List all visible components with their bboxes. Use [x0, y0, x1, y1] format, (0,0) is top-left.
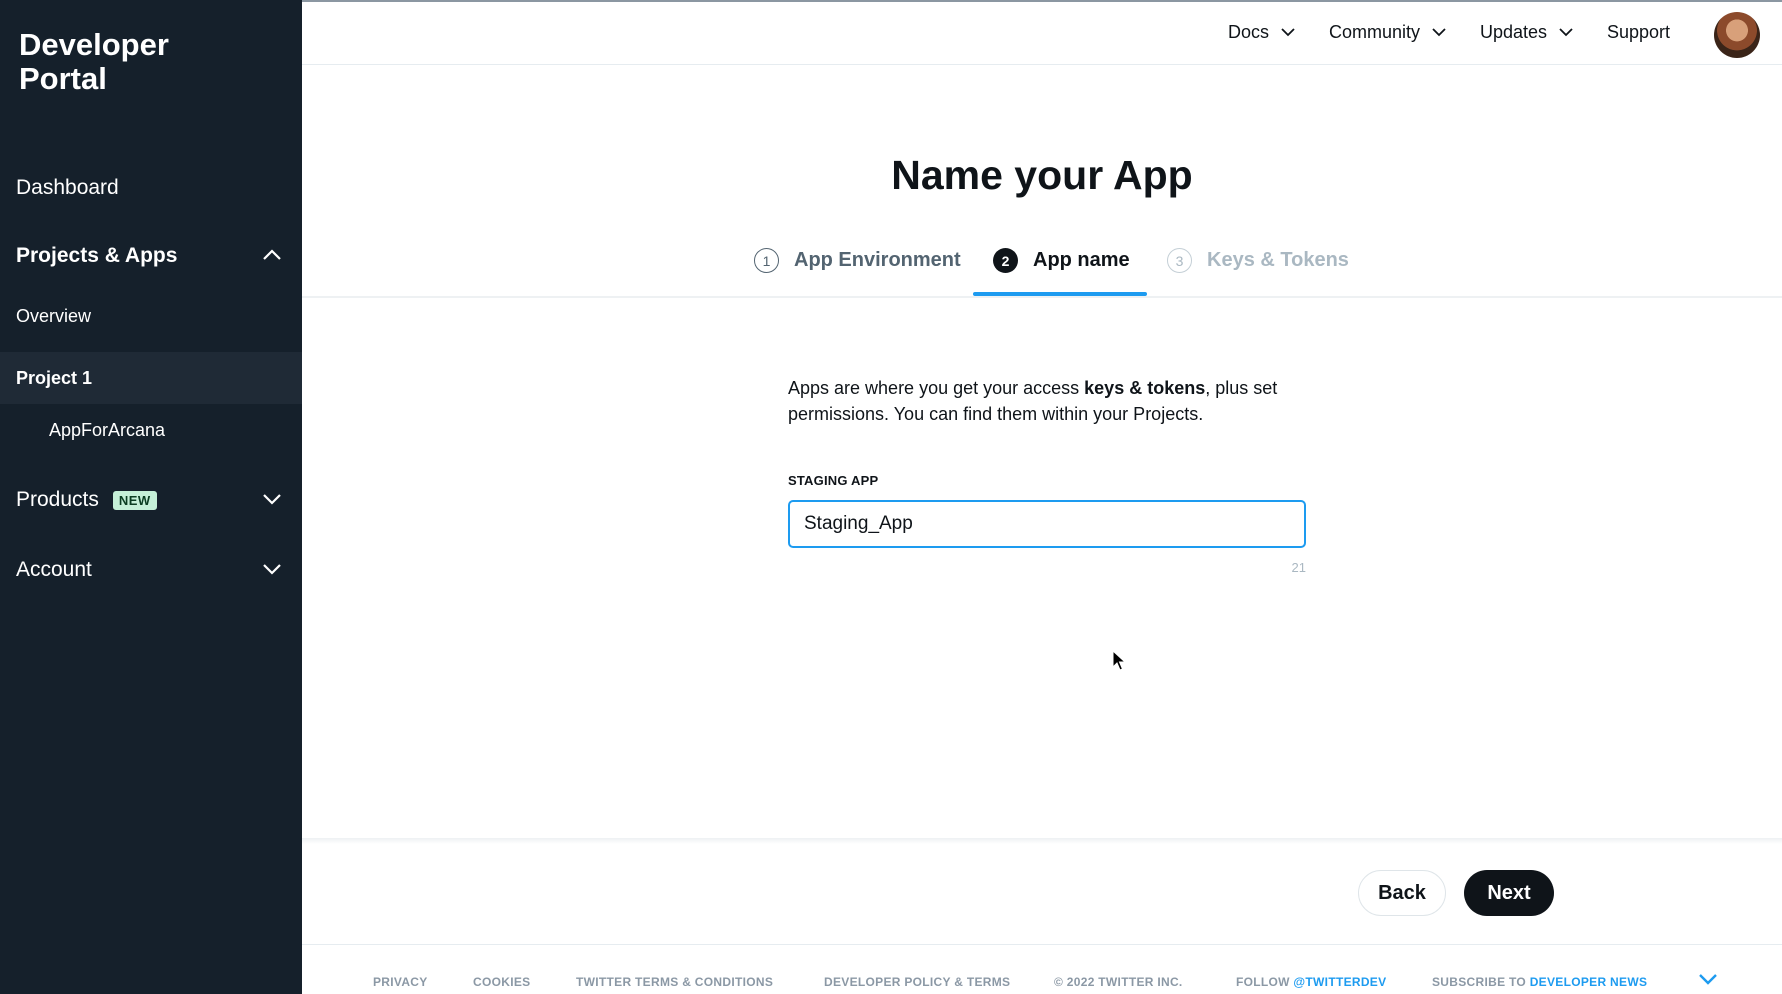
sidebar-item-label: Project 1	[16, 367, 93, 388]
nav-community[interactable]: Community	[1329, 22, 1446, 43]
step-label: App name	[1033, 249, 1130, 271]
top-border	[302, 0, 1782, 2]
footer-link-cookies[interactable]: COOKIES	[473, 975, 530, 989]
chevron-up-icon	[262, 249, 281, 263]
app-name-input[interactable]	[788, 500, 1306, 548]
action-bar-divider	[302, 838, 1782, 844]
step-label: Keys & Tokens	[1207, 249, 1349, 271]
footer-link-policy[interactable]: DEVELOPER POLICY & TERMS	[824, 975, 1010, 989]
character-counter: 21	[1291, 560, 1306, 575]
footer-link-terms[interactable]: TWITTER TERMS & CONDITIONS	[576, 975, 773, 989]
sidebar-item-label: Dashboard	[16, 176, 119, 199]
sidebar-item-account[interactable]: Account	[0, 552, 302, 588]
sidebar-item-label: Account	[16, 558, 92, 581]
app-name-label: STAGING APP	[788, 473, 879, 488]
step-number: 1	[754, 248, 779, 273]
sidebar-item-products[interactable]: Products NEW	[0, 482, 302, 518]
step-label: App Environment	[794, 249, 961, 271]
footer-link-privacy[interactable]: PRIVACY	[373, 975, 428, 989]
new-badge: NEW	[112, 490, 157, 510]
step-keys-tokens: 3 Keys & Tokens	[1167, 248, 1349, 273]
description-text: Apps are where you get your access keys …	[788, 378, 1278, 424]
sidebar-item-app[interactable]: AppForArcana	[0, 416, 302, 444]
sidebar-item-label: Projects & Apps	[16, 244, 178, 267]
sidebar: Developer Portal Dashboard Projects & Ap…	[0, 0, 302, 994]
sidebar-item-dashboard[interactable]: Dashboard	[0, 170, 302, 206]
step-app-environment[interactable]: 1 App Environment	[754, 248, 961, 273]
nav-docs[interactable]: Docs	[1228, 22, 1295, 43]
sidebar-item-overview[interactable]: Overview	[0, 302, 302, 330]
nav-updates-label: Updates	[1480, 22, 1548, 42]
chevron-down-icon	[262, 563, 281, 577]
active-step-indicator	[973, 292, 1147, 296]
brand-logo[interactable]: Developer Portal	[19, 28, 219, 96]
steps-divider	[302, 296, 1782, 298]
step-number: 3	[1167, 248, 1192, 273]
footer-follow[interactable]: FOLLOW @TWITTERDEV	[1236, 975, 1386, 989]
back-button[interactable]: Back	[1358, 870, 1446, 916]
chevron-down-icon	[1281, 28, 1295, 37]
sidebar-item-label: Products	[16, 488, 99, 511]
page-title: Name your App	[891, 152, 1193, 198]
chevron-down-icon	[262, 493, 281, 507]
footer-copyright: © 2022 TWITTER INC.	[1054, 975, 1183, 989]
nav-docs-label: Docs	[1228, 22, 1270, 42]
chevron-down-icon	[1432, 28, 1446, 37]
chevron-down-icon	[1559, 28, 1573, 37]
footer-subscribe[interactable]: SUBSCRIBE TO DEVELOPER NEWS	[1432, 975, 1647, 989]
sidebar-item-label: AppForArcana	[49, 419, 166, 440]
nav-community-label: Community	[1329, 22, 1421, 42]
mouse-cursor-icon	[1112, 650, 1126, 671]
step-app-name[interactable]: 2 App name	[993, 248, 1130, 273]
nav-updates[interactable]: Updates	[1480, 22, 1573, 43]
sidebar-item-project-1[interactable]: Project 1	[0, 352, 302, 404]
avatar[interactable]	[1714, 12, 1760, 58]
chevron-down-icon[interactable]	[1698, 973, 1718, 985]
sidebar-item-label: Overview	[16, 305, 92, 326]
next-button[interactable]: Next	[1464, 870, 1554, 916]
sidebar-item-projects-apps[interactable]: Projects & Apps	[0, 238, 302, 274]
step-number: 2	[993, 248, 1018, 273]
nav-support-label: Support	[1607, 22, 1671, 42]
footer: PRIVACY COOKIES TWITTER TERMS & CONDITIO…	[302, 944, 1782, 994]
nav-support[interactable]: Support	[1607, 22, 1670, 43]
